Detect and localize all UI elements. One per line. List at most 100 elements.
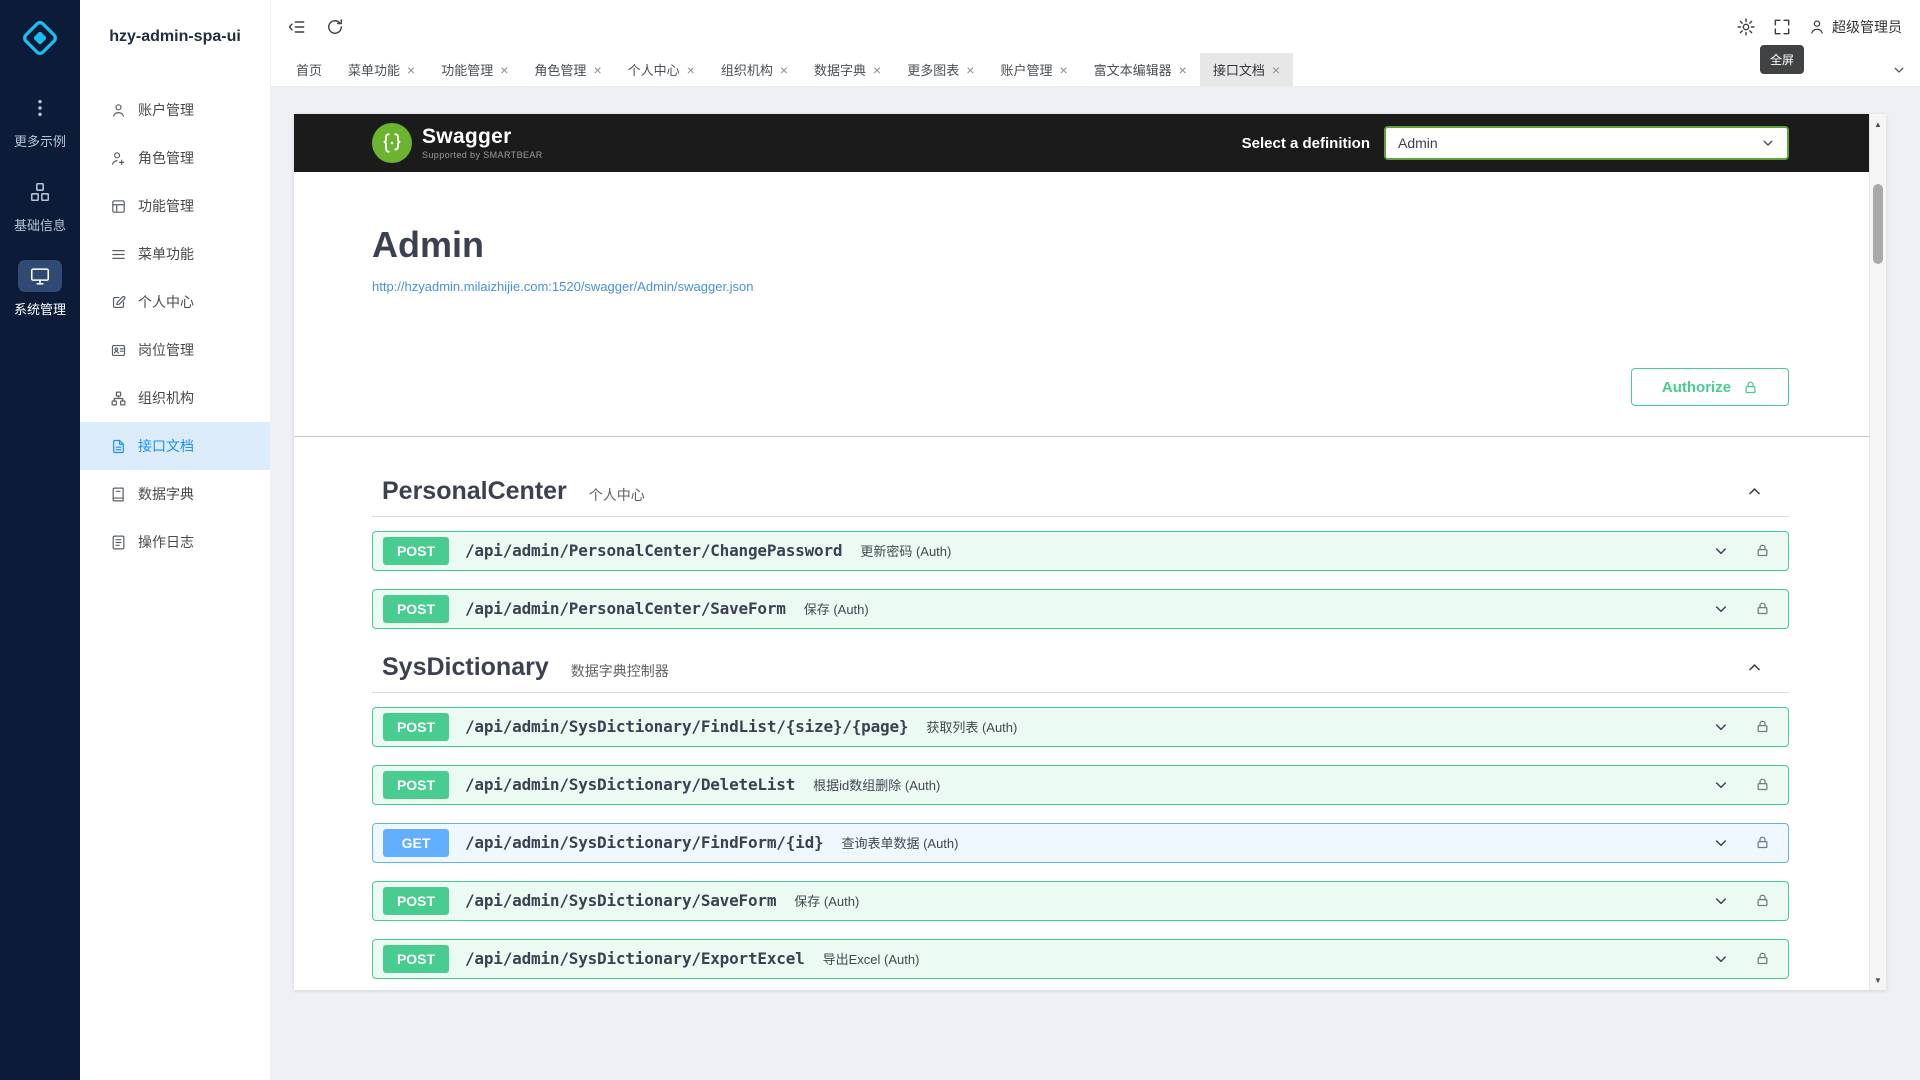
sidebar-menu-item[interactable]: 数据字典 (80, 470, 270, 518)
sidebar-menu-item[interactable]: 操作日志 (80, 518, 270, 566)
close-icon[interactable]: × (407, 63, 415, 77)
tab[interactable]: 账户管理 × (987, 53, 1080, 86)
sidebar-menu-item[interactable]: 组织机构 (80, 374, 270, 422)
lock-icon[interactable] (1755, 951, 1770, 966)
scroll-up-arrow[interactable]: ▲ (1870, 116, 1886, 132)
scroll-down-arrow[interactable]: ▼ (1870, 972, 1886, 988)
definition-select[interactable]: Admin (1384, 126, 1789, 160)
tab-label: 组织机构 (721, 60, 773, 79)
op-path: /api/admin/SysDictionary/SaveForm (465, 891, 776, 910)
op-summary: 获取列表 (Auth) (926, 717, 1017, 736)
lock-icon[interactable] (1755, 601, 1770, 616)
tab[interactable]: 角色管理 × (521, 53, 614, 86)
operation-row[interactable]: GET /api/admin/SysDictionary/FindForm/{i… (372, 823, 1789, 863)
close-icon[interactable]: × (500, 63, 508, 77)
operation-row[interactable]: POST /api/admin/SysDictionary/SaveForm 保… (372, 881, 1789, 921)
sidebar-menu-item[interactable]: 岗位管理 (80, 326, 270, 374)
sidebar-menu-item[interactable]: 角色管理 (80, 134, 270, 182)
rail-item[interactable]: 基础信息 (4, 176, 76, 234)
op-path: /api/admin/PersonalCenter/ChangePassword (465, 541, 842, 560)
tab-more-button[interactable] (1878, 53, 1920, 86)
op-path: /api/admin/PersonalCenter/SaveForm (465, 599, 786, 618)
function-icon (110, 198, 127, 215)
tab[interactable]: 首页 (283, 53, 335, 86)
operation-row[interactable]: POST /api/admin/SysDictionary/DeleteList… (372, 765, 1789, 805)
tab[interactable]: 个人中心 × (615, 53, 708, 86)
chevron-down-icon[interactable] (1713, 893, 1729, 909)
close-icon[interactable]: × (780, 63, 788, 77)
tab[interactable]: 组织机构 × (708, 53, 801, 86)
lock-icon[interactable] (1755, 543, 1770, 558)
tab-label: 账户管理 (1000, 60, 1052, 79)
definition-picker: Select a definition Admin (1242, 126, 1789, 160)
lock-icon[interactable] (1755, 777, 1770, 792)
rail-item[interactable]: 更多示例 (4, 92, 76, 150)
swagger-logo-icon (372, 123, 412, 163)
lock-icon[interactable] (1755, 835, 1770, 850)
rail-item[interactable]: 系统管理 (4, 260, 76, 318)
sidebar-menu-item[interactable]: 菜单功能 (80, 230, 270, 278)
op-method: POST (383, 887, 449, 915)
dictionary-icon (110, 486, 127, 503)
section-header[interactable]: SysDictionary 数据字典控制器 (372, 647, 1789, 693)
lock-icon[interactable] (1755, 719, 1770, 734)
close-icon[interactable]: × (1059, 63, 1067, 77)
sidebar-menu-item[interactable]: 账户管理 (80, 86, 270, 134)
chevron-down-icon[interactable] (1713, 951, 1729, 967)
op-summary: 根据id数组删除 (Auth) (813, 775, 940, 794)
api-doc-icon (110, 438, 127, 455)
tab[interactable]: 数据字典 × (801, 53, 894, 86)
op-method: POST (383, 537, 449, 565)
chevron-up-icon[interactable] (1746, 483, 1763, 500)
tab[interactable]: 菜单功能 × (335, 53, 428, 86)
edit-icon (110, 294, 127, 311)
badge-icon (110, 342, 127, 359)
authorize-button[interactable]: Authorize (1631, 368, 1789, 406)
operation-row[interactable]: POST /api/admin/SysDictionary/ExportExce… (372, 939, 1789, 979)
swagger-scrollbar[interactable]: ▲ ▼ (1869, 114, 1886, 990)
collapse-icon[interactable] (287, 17, 307, 37)
sidebar-item-label: 组织机构 (138, 388, 194, 408)
sidebar-menu-item[interactable]: 个人中心 (80, 278, 270, 326)
close-icon[interactable]: × (687, 63, 695, 77)
close-icon[interactable]: × (593, 63, 601, 77)
op-path: /api/admin/SysDictionary/DeleteList (465, 775, 795, 794)
operation-row[interactable]: POST /api/admin/SysDictionary/FindList/{… (372, 707, 1789, 747)
user-menu[interactable]: 超级管理员 (1808, 17, 1902, 37)
spec-url-link[interactable]: http://hzyadmin.milaizhijie.com:1520/swa… (372, 279, 754, 294)
operation-row[interactable]: POST /api/admin/PersonalCenter/SaveForm … (372, 589, 1789, 629)
sidebar-menu-item[interactable]: 接口文档 (80, 422, 270, 470)
chevron-down-icon[interactable] (1713, 835, 1729, 851)
chevron-down-icon[interactable] (1713, 719, 1729, 735)
monitor-icon (18, 260, 62, 292)
close-icon[interactable]: × (1272, 63, 1280, 77)
section-title: PersonalCenter (382, 477, 567, 506)
rail-item-label: 系统管理 (14, 299, 66, 318)
tab[interactable]: 功能管理 × (428, 53, 521, 86)
refresh-icon[interactable] (325, 17, 345, 37)
sidebar-menu-item[interactable]: 功能管理 (80, 182, 270, 230)
swagger-panel: Swagger Supported by SMARTBEAR Select a … (294, 114, 1886, 990)
tab[interactable]: 更多图表 × (894, 53, 987, 86)
op-path: /api/admin/SysDictionary/FindForm/{id} (465, 833, 823, 852)
fullscreen-icon[interactable] (1772, 17, 1792, 37)
tab[interactable]: 接口文档 × (1200, 53, 1293, 86)
close-icon[interactable]: × (1179, 63, 1187, 77)
gear-icon[interactable] (1736, 17, 1756, 37)
chevron-down-icon[interactable] (1713, 777, 1729, 793)
chevron-down-icon[interactable] (1713, 543, 1729, 559)
section-header[interactable]: PersonalCenter 个人中心 (372, 471, 1789, 517)
close-icon[interactable]: × (966, 63, 974, 77)
scrollbar-thumb[interactable] (1873, 184, 1883, 264)
lock-icon[interactable] (1755, 893, 1770, 908)
chevron-down-icon[interactable] (1713, 601, 1729, 617)
operation-row[interactable]: POST /api/admin/PersonalCenter/ChangePas… (372, 531, 1789, 571)
chevron-up-icon[interactable] (1746, 659, 1763, 676)
topbar: 超级管理员 (271, 0, 1920, 53)
tab[interactable]: 富文本编辑器 × (1081, 53, 1200, 86)
main-area: 超级管理员 首页 菜单功能 × 功能管理 × 角色管理 × 个人中心 × 组织机… (271, 0, 1920, 1080)
tab-list: 首页 菜单功能 × 功能管理 × 角色管理 × 个人中心 × 组织机构 × 数据… (283, 53, 1293, 86)
sidebar-item-label: 菜单功能 (138, 244, 194, 264)
section-title: SysDictionary (382, 653, 549, 682)
close-icon[interactable]: × (873, 63, 881, 77)
